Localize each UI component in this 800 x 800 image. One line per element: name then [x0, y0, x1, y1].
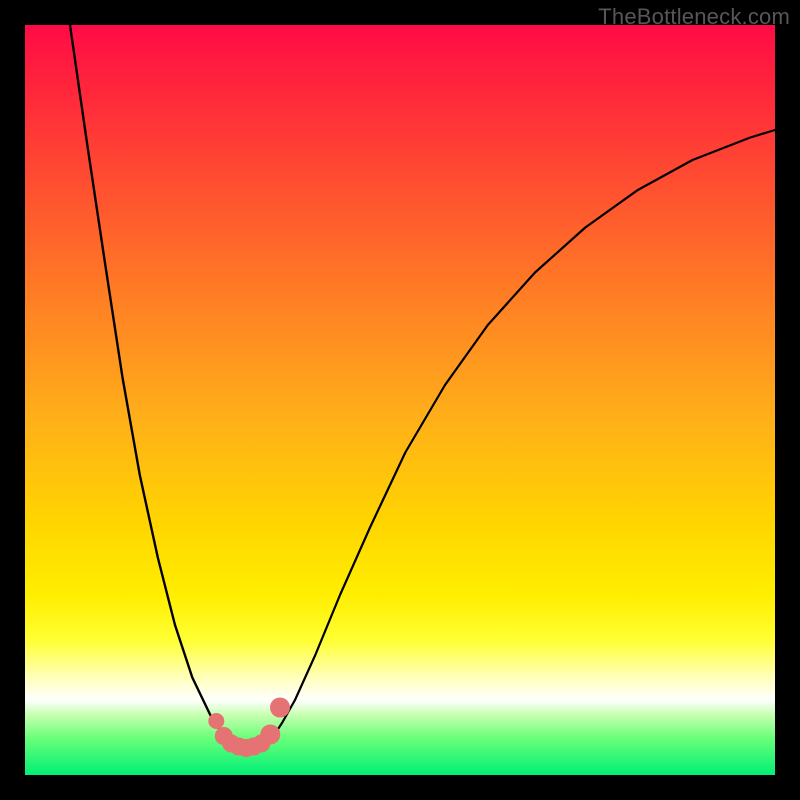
curve-right — [265, 130, 775, 745]
marker-cluster — [208, 698, 290, 758]
plot-area — [25, 25, 775, 775]
watermark-text: TheBottleneck.com — [598, 4, 790, 30]
curve-left — [70, 25, 243, 745]
marker-dot — [260, 725, 280, 745]
marker-dot — [208, 713, 224, 729]
chart-svg — [25, 25, 775, 775]
marker-dot — [270, 698, 290, 718]
